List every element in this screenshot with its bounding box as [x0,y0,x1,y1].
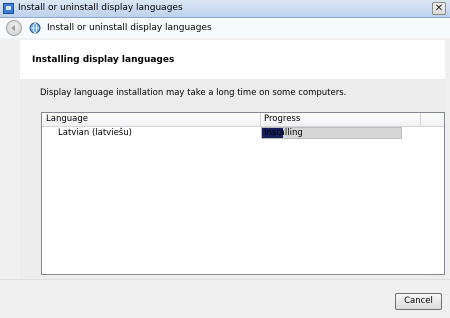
progress-bar: Installing [261,127,402,139]
close-button[interactable]: ✕ [432,2,446,15]
progress-status: Installing [264,128,303,138]
window-title: Install or uninstall display languages [18,3,183,13]
footer: Cancel [0,279,450,318]
column-header-progress[interactable]: Progress [261,113,421,126]
description-text: Display language installation may take a… [40,88,347,98]
cancel-button[interactable]: Cancel [395,293,442,310]
content-area: Installing display languages Display lan… [20,40,445,279]
back-arrow-icon[interactable] [6,20,22,36]
app-window-icon [3,3,14,14]
wizard-header: Install or uninstall display languages [0,18,450,38]
close-icon: ✕ [434,3,444,14]
language-wizard-icon [29,22,41,34]
column-header-language[interactable]: Language [42,113,261,126]
language-list[interactable]: Language Progress Latvian (latviešu) Ins… [41,112,445,275]
list-header: Language Progress [42,113,444,127]
language-name: Latvian (latviešu) [58,128,132,138]
section-heading: Installing display languages [32,55,175,65]
list-item[interactable]: Latvian (latviešu) Installing [42,127,444,139]
title-bar: Install or uninstall display languages ✕ [0,0,450,18]
header-title: Install or uninstall display languages [47,23,212,33]
